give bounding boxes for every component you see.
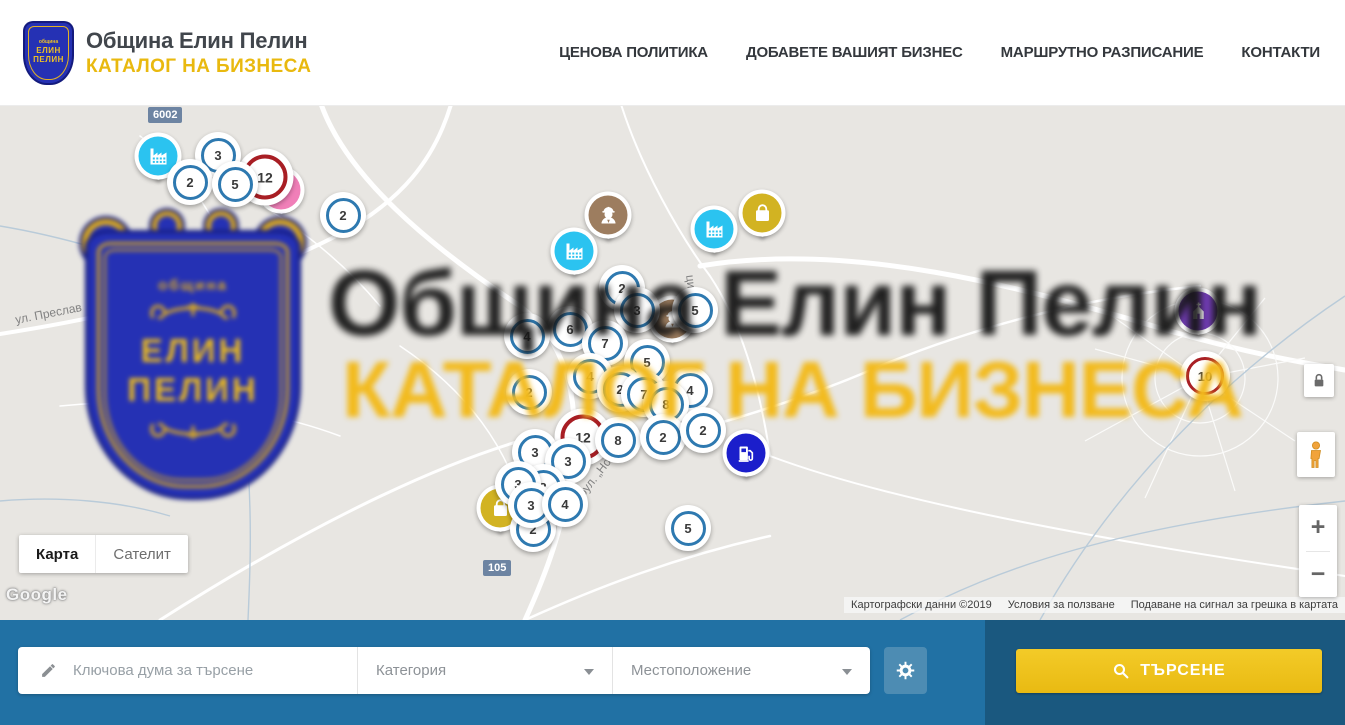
factory-pin-marker[interactable] <box>551 228 598 275</box>
google-logo[interactable]: Google <box>6 585 68 605</box>
municipality-emblem: община ЕЛИН ПЕЛИН <box>25 23 72 83</box>
lock-icon <box>1311 372 1327 390</box>
map-attribution-link[interactable]: Условия за ползване <box>1008 599 1115 611</box>
search-icon <box>1112 662 1130 680</box>
cluster-count: 8 <box>614 433 621 448</box>
streetview-lock-button[interactable] <box>1304 364 1334 397</box>
markers-layer: 1232522356475422748128223383234510 <box>0 106 1345 620</box>
shopping-bag-pin-marker[interactable] <box>739 190 786 237</box>
map-canvas[interactable]: 6002105ул. Преславбул. „Новоселции 12325… <box>0 106 1345 620</box>
nav-item[interactable]: ЦЕНОВА ПОЛИТИКА <box>559 44 708 61</box>
site-subtitle: КАТАЛОГ НА БИЗНЕСА <box>86 56 311 78</box>
cluster-count: 5 <box>231 177 238 192</box>
cluster-count: 8 <box>662 397 669 412</box>
zoom-out-button[interactable]: − <box>1299 552 1337 598</box>
cluster-marker[interactable]: 2 <box>506 369 552 415</box>
cluster-marker[interactable]: 5 <box>672 287 718 333</box>
cluster-count: 2 <box>699 423 706 438</box>
cluster-marker[interactable]: 5 <box>665 505 711 551</box>
cluster-marker[interactable]: 2 <box>680 407 726 453</box>
cluster-marker[interactable]: 4 <box>504 313 550 359</box>
cluster-count: 6 <box>566 322 573 337</box>
cluster-count: 5 <box>684 521 691 536</box>
advanced-search-button[interactable] <box>884 647 927 694</box>
map-type-map-button[interactable]: Карта <box>19 535 95 573</box>
caret-down-icon <box>842 669 852 675</box>
cluster-count: 3 <box>527 498 534 513</box>
search-submit-button[interactable]: ТЪРСЕНЕ <box>1016 649 1322 693</box>
main-nav: ЦЕНОВА ПОЛИТИКА ДОБАВЕТЕ ВАШИЯТ БИЗНЕС МАР… <box>559 44 1320 61</box>
search-submit-label: ТЪРСЕНЕ <box>1140 662 1225 680</box>
pegman-icon <box>1304 440 1328 470</box>
search-panel: Категория Местоположение ТЪРСЕНЕ <box>0 620 1345 725</box>
keyword-field <box>18 647 357 694</box>
nav-item[interactable]: МАРШРУТНО РАЗПИСАНИЕ <box>1001 44 1204 61</box>
factory-pin-marker[interactable] <box>691 206 738 253</box>
fuel-icon <box>723 430 770 477</box>
map-attribution: Картографски данни ©2019 Условия за ползв… <box>844 597 1345 613</box>
site-logo[interactable]: община ЕЛИН ПЕЛИН Община Елин Пелин КАТА… <box>25 23 311 83</box>
location-select-value: Местоположение <box>631 662 751 679</box>
category-select-value: Категория <box>376 662 446 679</box>
cluster-marker[interactable]: 4 <box>542 481 588 527</box>
cluster-count: 2 <box>339 208 346 223</box>
nav-item[interactable]: ДОБАВЕТЕ ВАШИЯТ БИЗНЕС <box>746 44 963 61</box>
cluster-count: 2 <box>525 385 532 400</box>
site-title: Община Елин Пелин <box>86 28 311 54</box>
map-data-copyright: Картографски данни ©2019 <box>851 599 992 611</box>
cluster-count: 4 <box>586 369 593 384</box>
cluster-count: 12 <box>257 169 273 185</box>
cluster-marker[interactable]: 2 <box>320 192 366 238</box>
cluster-count: 4 <box>523 329 530 344</box>
cluster-count: 2 <box>186 175 193 190</box>
cluster-count: 10 <box>1198 369 1212 384</box>
cluster-count: 3 <box>531 445 538 460</box>
cluster-count: 3 <box>214 148 221 163</box>
cluster-count: 4 <box>561 497 568 512</box>
cluster-count: 2 <box>659 430 666 445</box>
cluster-marker[interactable]: 2 <box>640 414 686 460</box>
shopping-bag-icon <box>739 190 786 237</box>
cluster-marker[interactable]: 8 <box>595 417 641 463</box>
fuel-pin-marker[interactable] <box>723 430 770 477</box>
map-type-control: Карта Сателит <box>19 535 188 573</box>
pencil-icon <box>40 662 57 679</box>
zoom-control: + − <box>1299 505 1337 597</box>
cluster-marker[interactable]: 2 <box>167 159 213 205</box>
category-select[interactable]: Категория <box>357 647 612 694</box>
location-select[interactable]: Местоположение <box>612 647 870 694</box>
church-pin-marker[interactable] <box>1175 288 1222 335</box>
map-attribution-link[interactable]: Подаване на сигнал за грешка в картата <box>1131 599 1338 611</box>
cluster-marker[interactable]: 10 <box>1180 351 1230 401</box>
gear-icon <box>895 660 916 681</box>
cluster-marker[interactable]: 5 <box>212 161 258 207</box>
cluster-count: 3 <box>633 303 640 318</box>
zoom-in-button[interactable]: + <box>1299 505 1337 551</box>
emblem-line2: ПЕЛИН <box>33 55 64 64</box>
map-type-satellite-button[interactable]: Сателит <box>95 535 188 573</box>
search-controls-bar: Категория Местоположение <box>18 647 870 694</box>
nav-item[interactable]: КОНТАКТИ <box>1241 44 1320 61</box>
cluster-count: 5 <box>691 303 698 318</box>
site-header: община ЕЛИН ПЕЛИН Община Елин Пелин КАТА… <box>0 0 1345 106</box>
keyword-input[interactable] <box>71 661 325 680</box>
caret-down-icon <box>584 669 594 675</box>
pegman-button[interactable] <box>1297 432 1335 477</box>
cluster-count: 7 <box>601 336 608 351</box>
cluster-count: 5 <box>643 355 650 370</box>
emblem-line1: ЕЛИН <box>36 46 60 55</box>
factory-icon <box>551 228 598 275</box>
church-icon <box>1175 288 1222 335</box>
cluster-count: 3 <box>564 454 571 469</box>
factory-icon <box>691 206 738 253</box>
